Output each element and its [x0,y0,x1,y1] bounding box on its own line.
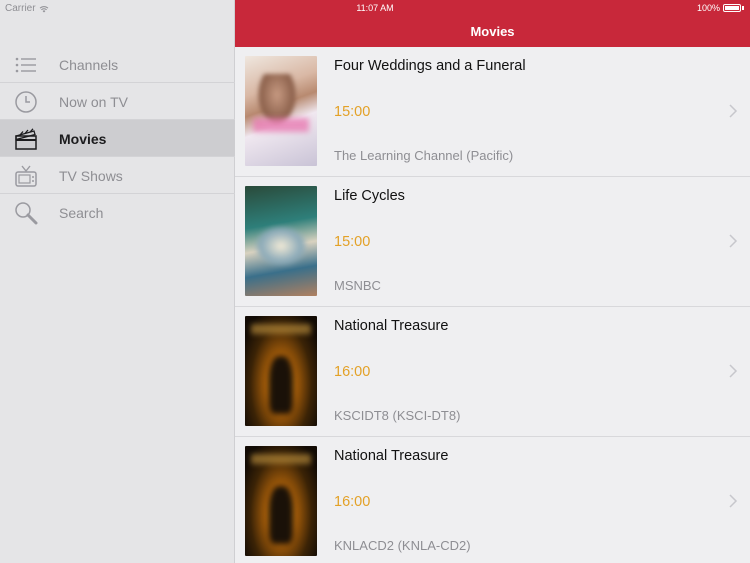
movie-channel: MSNBC [334,278,381,293]
movie-title: Life Cycles [334,188,405,204]
sidebar-item-now-on-tv[interactable]: Now on TV [0,83,235,120]
page-title: Movies [470,24,515,39]
sidebar-item-label: Search [59,204,104,221]
movie-title: National Treasure [334,448,449,464]
sidebar-item-label: Now on TV [59,93,128,110]
chevron-right-icon [728,494,738,508]
status-carrier: Carrier [5,3,49,14]
wifi-icon [39,5,48,12]
movie-title: National Treasure [334,318,449,334]
sidebar-menu: Channels Now on TV Movies TV Shows Searc… [0,46,235,231]
movie-time: 15:00 [334,234,371,250]
movie-row[interactable]: National Treasure 16:00 KNLACD2 (KNLA-CD… [235,437,750,563]
chevron-right-icon [728,104,738,118]
search-icon [13,200,39,226]
movie-poster [245,56,317,166]
status-time: 11:07 AM [356,3,394,13]
sidebar-item-label: TV Shows [59,167,123,184]
movie-title: Four Weddings and a Funeral [334,58,526,74]
chevron-right-icon [728,234,738,248]
movie-row[interactable]: National Treasure 16:00 KSCIDT8 (KSCI-DT… [235,307,750,437]
chevron-right-icon [728,364,738,378]
sidebar-item-search[interactable]: Search [0,194,235,231]
tv-icon [13,163,39,189]
navigation-bar: 11:07 AM 100% Movies [235,0,750,47]
movie-channel: The Learning Channel (Pacific) [334,148,514,163]
movie-time: 15:00 [334,104,371,120]
sidebar-item-label: Movies [59,130,107,147]
battery-icon [723,4,741,12]
movie-row[interactable]: Four Weddings and a Funeral 15:00 The Le… [235,47,750,177]
sidebar-item-channels[interactable]: Channels [0,46,235,83]
sidebar-item-movies[interactable]: Movies [0,120,235,157]
status-battery: 100% [697,3,744,13]
clapperboard-icon [13,126,39,152]
list-icon [13,52,39,78]
movie-channel: KNLACD2 (KNLA-CD2) [334,538,471,553]
movie-poster [245,316,317,426]
sidebar-item-label: Channels [59,56,119,73]
movie-poster [245,446,317,556]
sidebar-item-tv-shows[interactable]: TV Shows [0,157,235,194]
movie-poster [245,186,317,296]
movie-list: Four Weddings and a Funeral 15:00 The Le… [235,47,750,563]
movie-time: 16:00 [334,494,371,510]
clock-icon [13,89,39,115]
movie-channel: KSCIDT8 (KSCI-DT8) [334,408,461,423]
main-panel: 11:07 AM 100% Movies Four Weddings and a… [235,0,750,563]
movie-time: 16:00 [334,364,371,380]
sidebar: Carrier Channels Now on TV Movies TV Sho… [0,0,235,563]
movie-row[interactable]: Life Cycles 15:00 MSNBC [235,177,750,307]
